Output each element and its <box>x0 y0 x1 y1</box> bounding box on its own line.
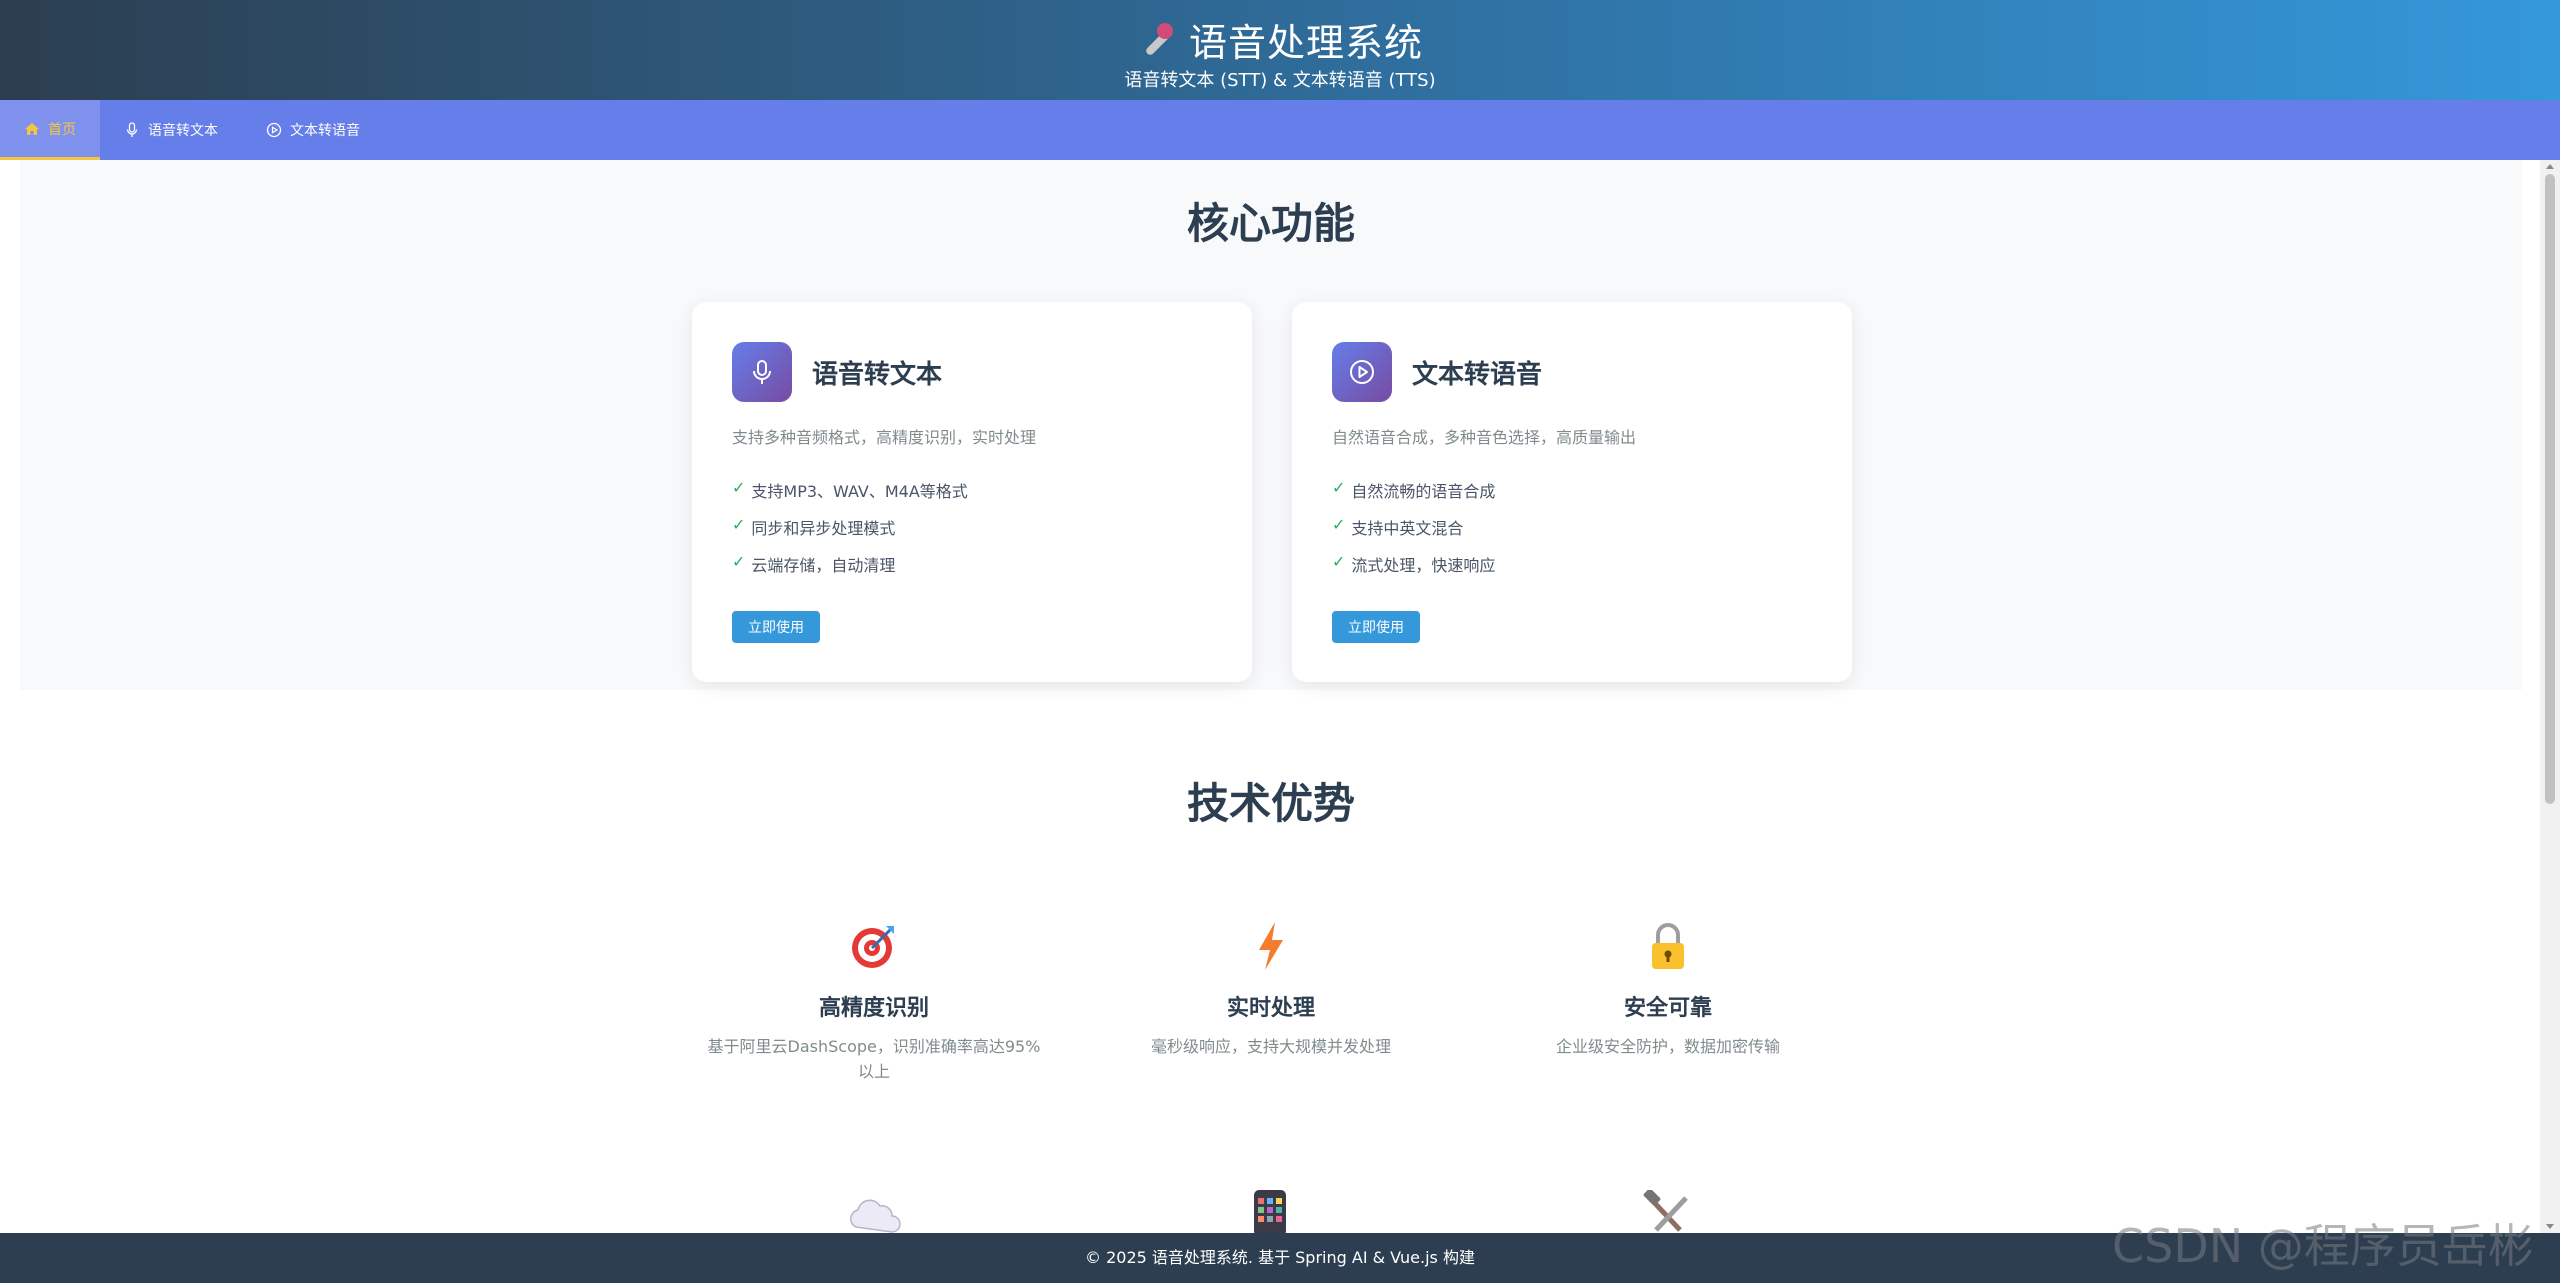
play-circle-icon <box>266 122 282 138</box>
list-item: ✓ 云端存储，自动清理 <box>732 552 896 575</box>
card-description: 自然语音合成，多种音色选择，高质量输出 <box>1332 428 1637 447</box>
use-stt-button[interactable]: 立即使用 <box>732 611 820 643</box>
main-content: 核心功能 语音转文本 支持多种音频格式，高精度识别，实时处理 ✓ 支持MP3、WA… <box>20 160 2522 1233</box>
page-scrollbar[interactable] <box>2540 160 2560 1233</box>
target-icon <box>852 926 894 968</box>
app-title: 语音处理系统 <box>1188 21 1423 65</box>
features-title: 核心功能 <box>1186 199 1355 248</box>
list-item: ✓ 支持MP3、WAV、M4A等格式 <box>732 478 968 501</box>
check-icon: ✓ <box>1332 515 1346 534</box>
scroll-up-icon[interactable] <box>2546 164 2554 169</box>
check-icon: ✓ <box>732 478 746 497</box>
lock-icon <box>1652 923 1684 969</box>
use-tts-button[interactable]: 立即使用 <box>1332 611 1420 643</box>
card-title: 文本转语音 <box>1412 359 1543 390</box>
advantage-accuracy: 高精度识别 基于阿里云DashScope，识别准确率高达95%以上 <box>704 918 1044 1084</box>
microphone-icon <box>126 122 138 137</box>
check-icon: ✓ <box>1332 478 1346 497</box>
advantage-security: 安全可靠 企业级安全防护，数据加密传输 <box>1498 918 1838 1059</box>
tab-text-to-speech-label: 文本转语音 <box>290 123 360 139</box>
feature-card-stt: 语音转文本 支持多种音频格式，高精度识别，实时处理 ✓ 支持MP3、WAV、M4A… <box>692 302 1252 682</box>
advantage-realtime: 实时处理 毫秒级响应，支持大规模并发处理 <box>1101 918 1441 1059</box>
mobile-phone-icon <box>1254 1190 1286 1233</box>
card-description: 支持多种音频格式，高精度识别，实时处理 <box>732 428 1037 447</box>
main-nav: 首页 语音转文本 文本转语音 <box>0 100 2560 160</box>
cloud-icon <box>850 1199 901 1233</box>
check-icon: ✓ <box>732 552 746 571</box>
list-item: ✓ 自然流畅的语音合成 <box>1332 478 1496 501</box>
lightning-icon <box>1259 922 1283 970</box>
tools-icon <box>1643 1190 1688 1232</box>
advantage-title: 实时处理 <box>1226 996 1315 1021</box>
list-item: ✓ 同步和异步处理模式 <box>732 515 896 538</box>
tab-text-to-speech[interactable]: 文本转语音 <box>242 100 384 160</box>
tab-home[interactable]: 首页 <box>0 100 100 160</box>
advantages-title: 技术优势 <box>1186 779 1355 828</box>
advantage-description: 企业级安全防护，数据加密传输 <box>1555 1037 1780 1056</box>
tab-speech-to-text-label: 语音转文本 <box>148 123 218 139</box>
feature-list: ✓ 自然流畅的语音合成 ✓ 支持中英文混合 ✓ 流式处理，快速响应 <box>1332 478 1812 589</box>
microphone-icon <box>732 342 792 402</box>
check-icon: ✓ <box>732 515 746 534</box>
microphone-emoji-icon <box>1137 21 1175 59</box>
app-header: 语音处理系统 语音转文本 (STT) & 文本转语音 (TTS) <box>0 0 2560 100</box>
advantage-title: 高精度识别 <box>818 996 929 1021</box>
card-title: 语音转文本 <box>812 359 943 390</box>
scroll-down-icon[interactable] <box>2546 1224 2554 1229</box>
advantage-title: 安全可靠 <box>1623 996 1712 1021</box>
scrollbar-thumb[interactable] <box>2545 174 2555 804</box>
list-item: ✓ 支持中英文混合 <box>1332 515 1464 538</box>
play-circle-icon <box>1332 342 1392 402</box>
watermark: CSDN @程序员岳彬 <box>2112 1219 2534 1273</box>
advantage-description: 基于阿里云DashScope，识别准确率高达95%以上 <box>707 1037 1041 1081</box>
app-subtitle: 语音转文本 (STT) & 文本转语音 (TTS) <box>1124 70 1436 91</box>
list-item: ✓ 流式处理，快速响应 <box>1332 552 1496 575</box>
check-icon: ✓ <box>1332 552 1346 571</box>
tab-home-label: 首页 <box>48 121 76 138</box>
feature-list: ✓ 支持MP3、WAV、M4A等格式 ✓ 同步和异步处理模式 ✓ 云端存储，自动清理 <box>732 478 1212 589</box>
advantage-description: 毫秒级响应，支持大规模并发处理 <box>1150 1037 1391 1056</box>
feature-card-tts: 文本转语音 自然语音合成，多种音色选择，高质量输出 ✓ 自然流畅的语音合成 ✓ 支持… <box>1292 302 1852 682</box>
home-icon <box>25 122 39 135</box>
tab-speech-to-text[interactable]: 语音转文本 <box>100 100 242 160</box>
header-title-row: 语音处理系统 <box>0 12 2560 67</box>
